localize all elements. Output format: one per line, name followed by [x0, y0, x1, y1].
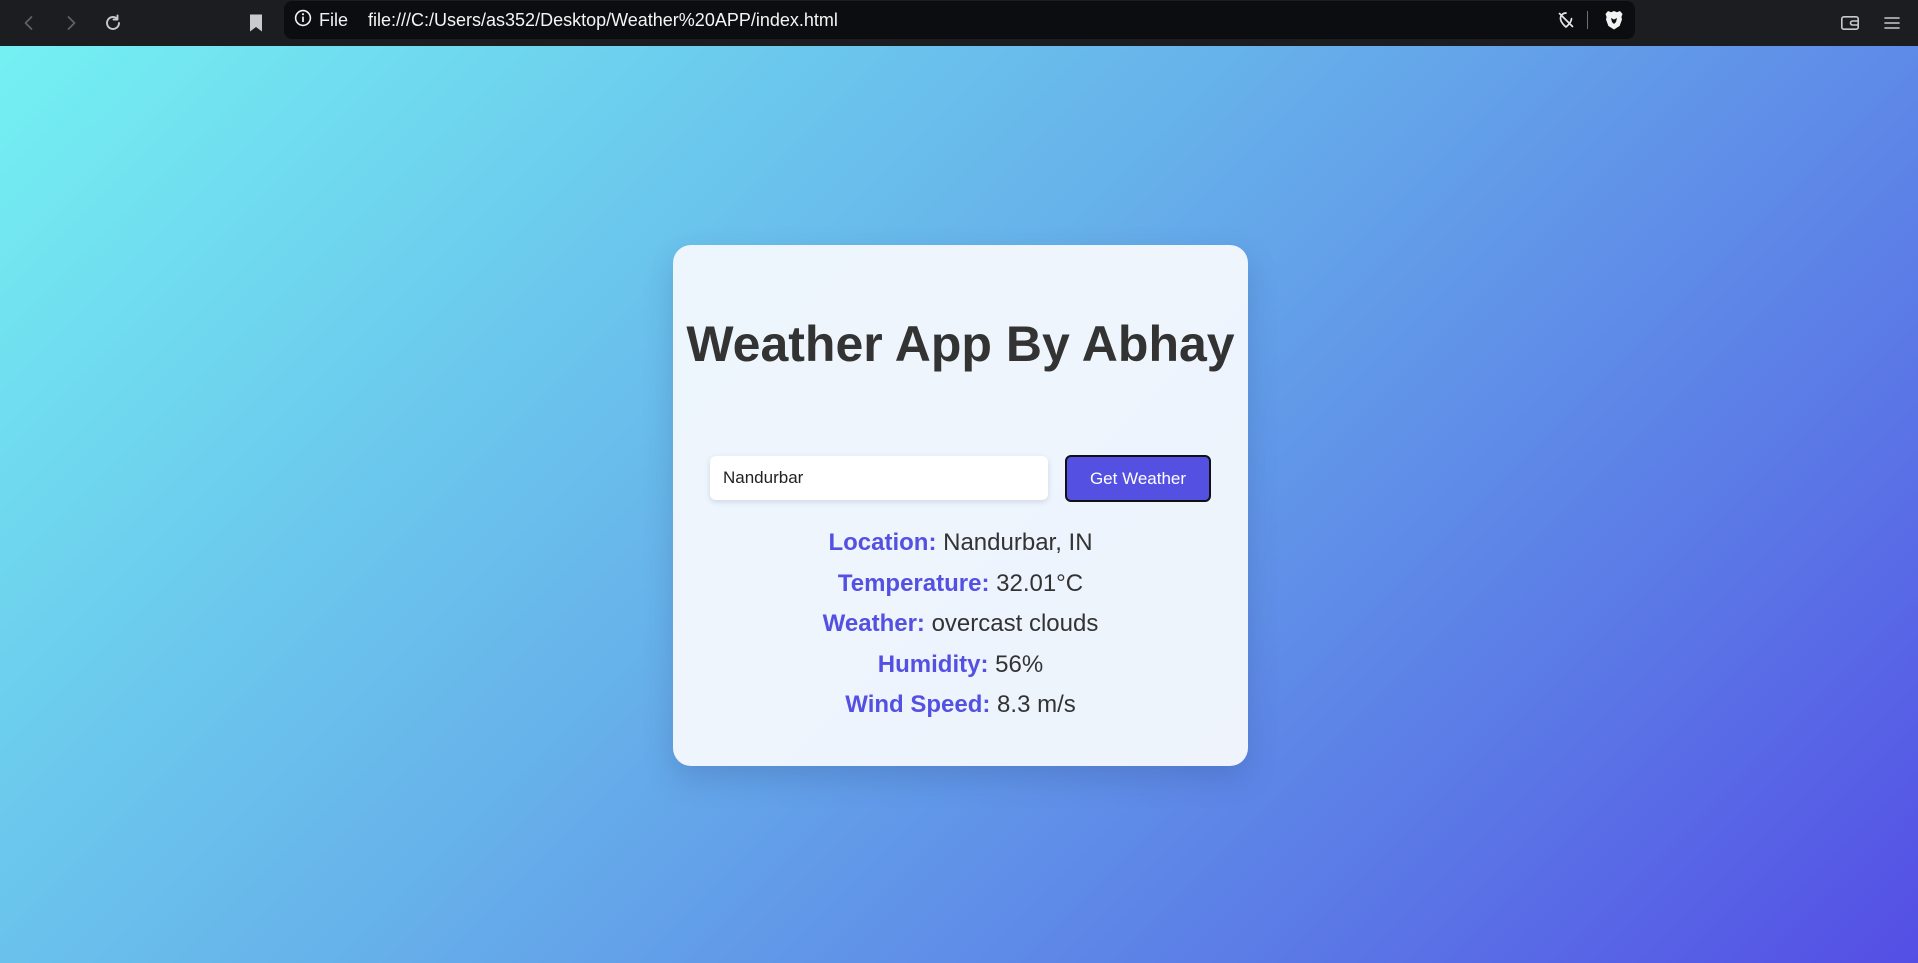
humidity-value: 56%: [995, 650, 1044, 678]
forward-arrow-icon[interactable]: [55, 7, 87, 39]
page-title: Weather App By Abhay: [686, 316, 1235, 372]
wind-speed-value: 8.3 m/s: [997, 691, 1076, 718]
address-bar[interactable]: File file:///C:/Users/as352/Desktop/Weat…: [284, 1, 1635, 39]
browser-toolbar: File file:///C:/Users/as352/Desktop/Weat…: [0, 0, 1918, 46]
address-bar-divider: [1587, 11, 1588, 29]
location-row: Location: Nandurbar, IN: [673, 523, 1248, 564]
url-text[interactable]: file:///C:/Users/as352/Desktop/Weather%2…: [368, 1, 838, 39]
humidity-row: Humidity: 56%: [673, 645, 1248, 686]
weather-card: Weather App By Abhay Get Weather Locatio…: [673, 245, 1248, 766]
weather-value: overcast clouds: [931, 610, 1099, 637]
get-weather-button[interactable]: Get Weather: [1065, 455, 1211, 502]
bookmark-icon[interactable]: [240, 7, 272, 39]
weather-results: Location: Nandurbar, IN Temperature: 32.…: [673, 523, 1248, 726]
weather-label: Weather:: [822, 610, 925, 637]
wind-speed-label: Wind Speed:: [845, 691, 991, 718]
humidity-label: Humidity:: [877, 650, 989, 678]
tracking-off-icon[interactable]: [1554, 8, 1578, 32]
page-background: Weather App By Abhay Get Weather Locatio…: [0, 46, 1918, 963]
site-info-button[interactable]: File: [294, 1, 348, 39]
menu-icon[interactable]: [1876, 7, 1908, 39]
city-input[interactable]: [710, 456, 1048, 500]
back-arrow-icon[interactable]: [13, 7, 45, 39]
location-value: Nandurbar, IN: [943, 529, 1093, 556]
weather-row: Weather: overcast clouds: [673, 604, 1248, 645]
temperature-label: Temperature:: [837, 569, 990, 597]
brave-shield-icon[interactable]: [1602, 8, 1626, 32]
info-icon: [294, 9, 312, 32]
wind-speed-row: Wind Speed: 8.3 m/s: [673, 685, 1248, 726]
location-label: Location:: [828, 529, 937, 556]
site-info-label: File: [319, 9, 349, 30]
wallet-icon[interactable]: [1834, 7, 1866, 39]
temperature-value: 32.01°C: [996, 569, 1084, 597]
reload-icon[interactable]: [97, 7, 129, 39]
temperature-row: Temperature: 32.01°C: [673, 564, 1248, 605]
